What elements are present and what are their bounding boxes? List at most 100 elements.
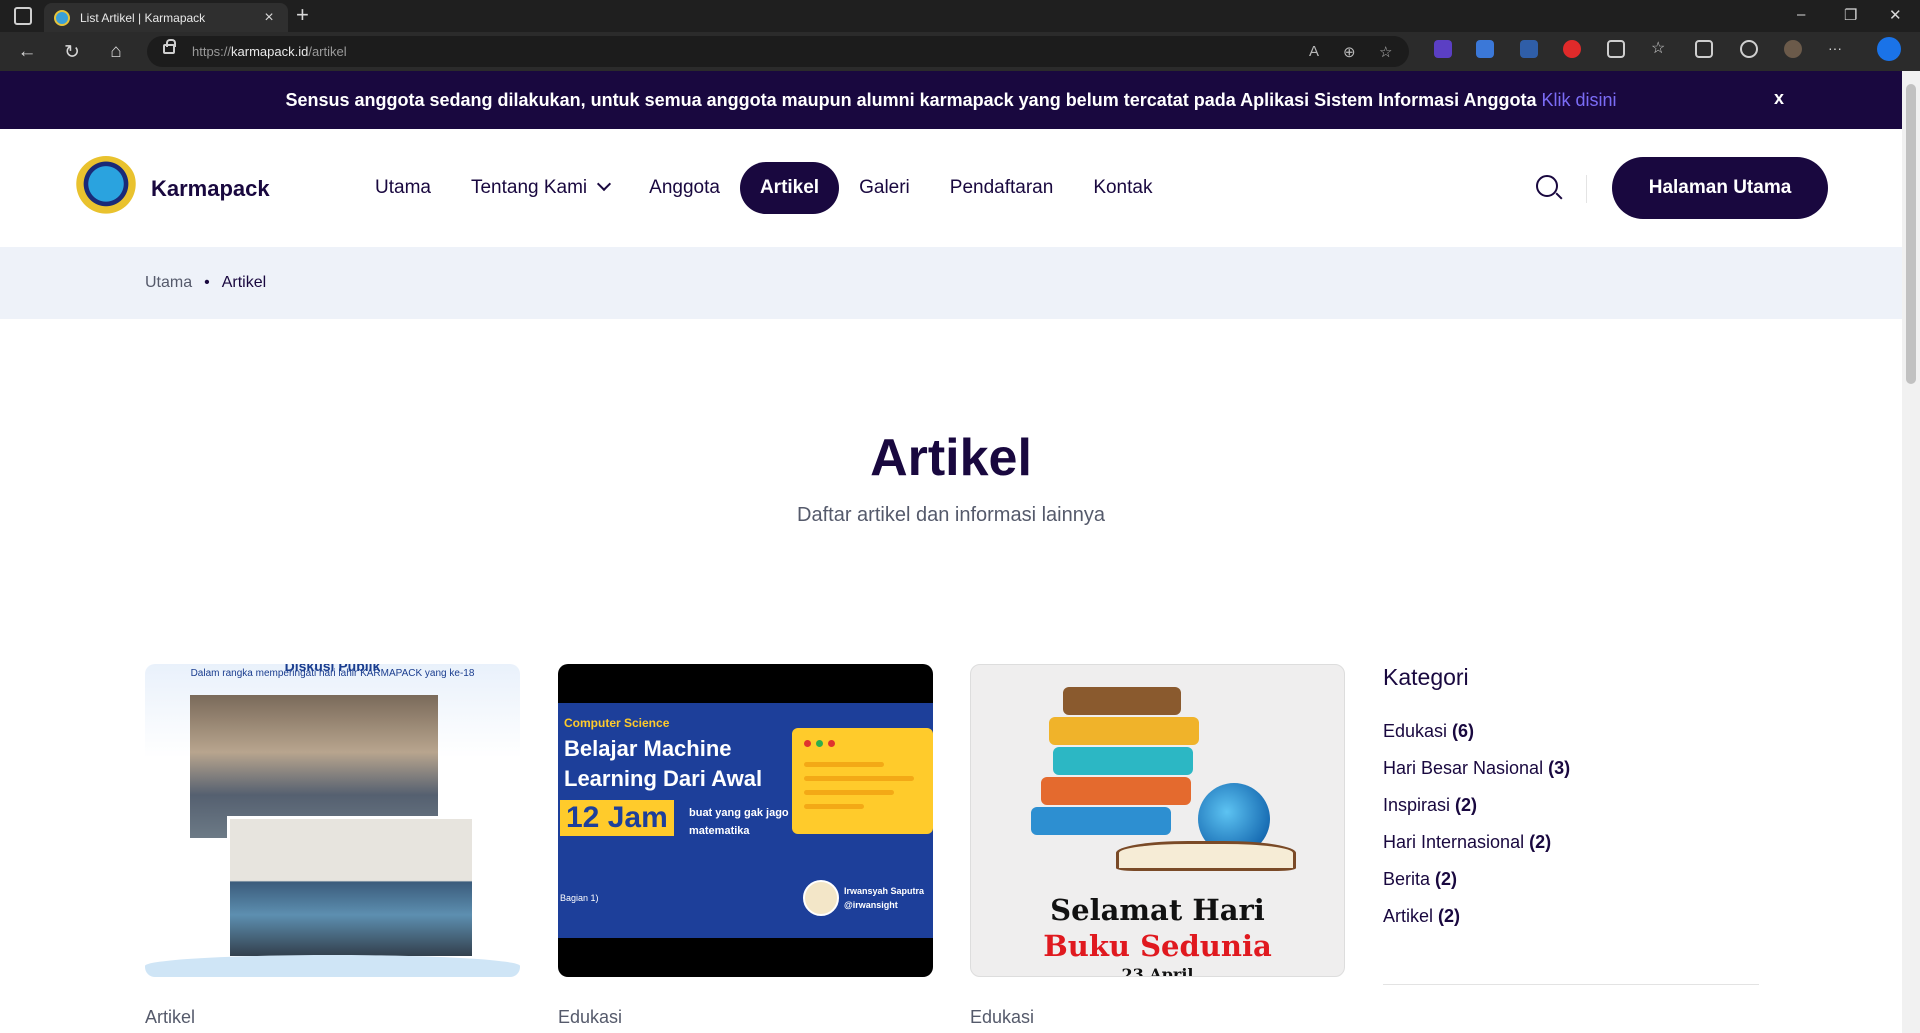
- author-name: Irwansyah Saputra: [844, 886, 925, 896]
- karmapack-logo[interactable]: [75, 156, 137, 218]
- browser-toolbar: ← ↻ ⌂ https://karmapack.id/artikel A ⊕ ☆: [0, 32, 1920, 71]
- category-name: Hari Internasional: [1383, 832, 1525, 852]
- back-icon[interactable]: ←: [15, 41, 39, 63]
- article-thumbnail[interactable]: Selamat Hari Buku Sedunia 23 April: [970, 664, 1345, 977]
- nav-tentang-kami[interactable]: Tentang Kami: [451, 162, 629, 214]
- bing-chat-icon[interactable]: [1877, 37, 1901, 61]
- nav-kontak[interactable]: Kontak: [1073, 162, 1172, 214]
- code-line: [804, 776, 914, 781]
- category-count: (2): [1435, 869, 1458, 889]
- thumbnail-caption: Dalam rangka memperingati hari lahir KAR…: [190, 668, 475, 679]
- category-count: (2): [1438, 906, 1461, 926]
- zoom-icon[interactable]: ⊕: [1343, 43, 1356, 61]
- search-icon[interactable]: [1536, 175, 1558, 197]
- category-item-berita[interactable]: Berita (2): [1383, 869, 1759, 906]
- article-thumbnail[interactable]: Computer Science Belajar Machine Learnin…: [558, 664, 933, 977]
- category-sidebar: Kategori Edukasi (6) Hari Besar Nasional(…: [1383, 664, 1759, 985]
- url-text: https://karmapack.id/artikel: [192, 44, 347, 59]
- restore-button[interactable]: ❐: [1844, 6, 1857, 24]
- article-category[interactable]: Edukasi: [970, 1007, 1345, 1028]
- thumbnail-line3: 23 April: [1121, 965, 1194, 977]
- category-item-artikel[interactable]: Artikel (2): [1383, 906, 1759, 943]
- announcement-bar: Sensus anggota sedang dilakukan, untuk s…: [0, 71, 1902, 129]
- extensions-icon[interactable]: [1607, 40, 1625, 58]
- open-book-graphic: [1116, 841, 1296, 871]
- read-aloud-icon[interactable]: A: [1309, 43, 1319, 60]
- scrollbar-thumb[interactable]: [1906, 84, 1916, 384]
- main-navigation: Utama Tentang Kami Anggota Artikel Galer…: [355, 162, 1172, 214]
- thumbnail-author: Irwansyah Saputra @irwansight: [844, 884, 924, 912]
- announcement-link[interactable]: Klik disini: [1541, 90, 1616, 111]
- window-close-button[interactable]: ✕: [1889, 6, 1902, 24]
- thumbnail-line2: Buku Sedunia: [1043, 929, 1272, 963]
- refresh-icon[interactable]: ↻: [60, 41, 84, 64]
- address-bar[interactable]: https://karmapack.id/artikel A ⊕ ☆: [147, 36, 1409, 67]
- category-item-inspirasi[interactable]: Inspirasi (2): [1383, 795, 1759, 832]
- more-menu-icon[interactable]: ···: [1828, 40, 1846, 58]
- profile-avatar[interactable]: [1784, 40, 1802, 58]
- breadcrumb-current: Artikel: [221, 274, 267, 291]
- category-item-hari-besar-nasional[interactable]: Hari Besar Nasional (3): [1383, 758, 1759, 795]
- browser-tab-bar: List Artikel | Karmapack × + – ❐ ✕: [0, 0, 1920, 32]
- nav-anggota[interactable]: Anggota: [629, 162, 740, 214]
- author-handle: @irwansight: [844, 900, 898, 910]
- favorite-star-icon[interactable]: ☆: [1379, 43, 1392, 61]
- thumbnail-title: Belajar Machine Learning Dari Awal: [564, 736, 763, 791]
- window-dot: [816, 740, 823, 747]
- breadcrumb-home[interactable]: Utama: [145, 274, 192, 292]
- book-graphic: [1041, 777, 1191, 805]
- breadcrumb: Utama • Artikel: [0, 247, 1902, 319]
- article-card[interactable]: Selamat Hari Buku Sedunia 23 April Eduka…: [970, 664, 1345, 1028]
- category-name: Hari Besar Nasional: [1383, 758, 1544, 778]
- article-card[interactable]: Computer Science Belajar Machine Learnin…: [558, 664, 933, 1028]
- tab-close-icon[interactable]: ×: [260, 9, 278, 27]
- thumbnail-subtitle: buat yang gak jago matematika: [689, 807, 789, 837]
- halaman-utama-button[interactable]: Halaman Utama: [1612, 157, 1828, 219]
- collections-icon[interactable]: [1695, 40, 1713, 58]
- nav-pendaftaran[interactable]: Pendaftaran: [930, 162, 1074, 214]
- nav-utama[interactable]: Utama: [355, 162, 451, 214]
- history-icon[interactable]: [1740, 40, 1758, 58]
- article-category[interactable]: Artikel: [145, 1007, 520, 1028]
- code-window-graphic: [792, 728, 933, 834]
- new-tab-button[interactable]: +: [296, 2, 309, 28]
- minimize-button[interactable]: –: [1797, 6, 1805, 23]
- chevron-down-icon: [597, 176, 612, 192]
- announcement-text: Sensus anggota sedang dilakukan, untuk s…: [285, 89, 1537, 110]
- announcement-close-button[interactable]: x: [1774, 88, 1784, 109]
- page-subtitle: Daftar artikel dan informasi lainnya: [797, 504, 1105, 526]
- thumbnail-part: Bagian 1): [560, 893, 599, 903]
- decorative-wave: [145, 955, 520, 977]
- article-category[interactable]: Edukasi: [558, 1007, 933, 1028]
- brand-name[interactable]: Karmapack: [151, 176, 270, 202]
- breadcrumb-separator: •: [204, 274, 210, 291]
- category-name: Inspirasi: [1383, 795, 1451, 815]
- translate-extension-icon[interactable]: [1476, 40, 1494, 58]
- article-card[interactable]: Diskusi Publik Dalam rangka memperingati…: [145, 664, 520, 1028]
- category-item-edukasi[interactable]: Edukasi (6): [1383, 721, 1759, 758]
- nav-galeri[interactable]: Galeri: [839, 162, 930, 214]
- nav-tentang-kami-label: Tentang Kami: [470, 177, 588, 198]
- extension-icon[interactable]: [1520, 40, 1538, 58]
- article-thumbnail[interactable]: Diskusi Publik Dalam rangka memperingati…: [145, 664, 520, 977]
- book-graphic: [1049, 717, 1199, 745]
- category-item-hari-internasional[interactable]: Hari Internasional (2): [1383, 832, 1759, 869]
- calendar-extension-icon[interactable]: [1434, 40, 1452, 58]
- home-icon[interactable]: ⌂: [104, 41, 128, 63]
- favorites-icon[interactable]: ☆: [1651, 40, 1669, 58]
- nav-artikel[interactable]: Artikel: [739, 162, 840, 214]
- site-header: Karmapack Utama Tentang Kami Anggota Art…: [0, 129, 1902, 247]
- category-name: Berita: [1383, 869, 1431, 889]
- thumbnail-line1: Selamat Hari: [1050, 893, 1265, 927]
- site-favicon-icon: [54, 9, 70, 26]
- category-count: (2): [1455, 795, 1478, 815]
- code-line: [804, 762, 884, 767]
- browser-tab[interactable]: List Artikel | Karmapack ×: [44, 3, 288, 32]
- category-name: Artikel: [1383, 906, 1434, 926]
- tab-actions-icon[interactable]: [14, 7, 32, 25]
- category-name: Edukasi: [1383, 721, 1448, 741]
- book-graphic: [1063, 687, 1181, 715]
- group-photo: [227, 816, 475, 959]
- tab-title: List Artikel | Karmapack: [80, 10, 206, 25]
- adblock-extension-icon[interactable]: [1563, 40, 1581, 58]
